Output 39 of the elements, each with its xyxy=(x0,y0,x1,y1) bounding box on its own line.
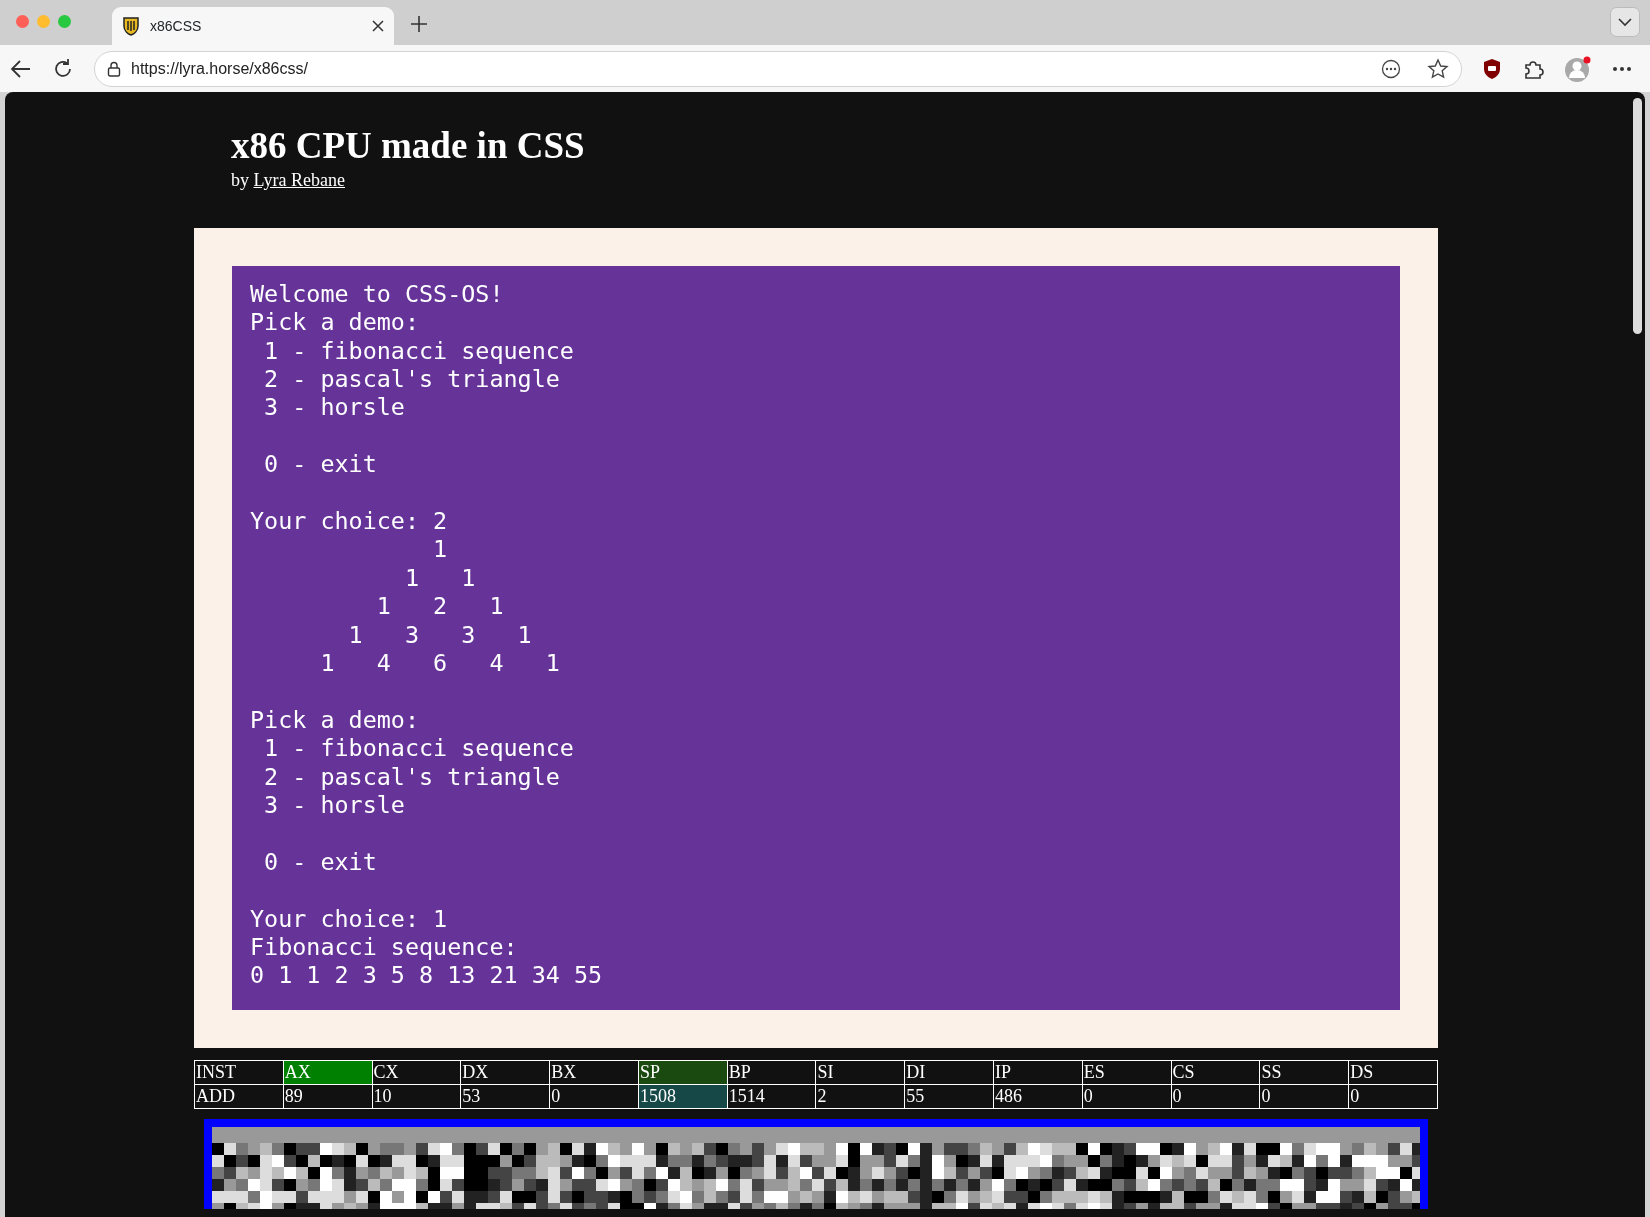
back-icon[interactable] xyxy=(10,58,32,79)
register-name: BX xyxy=(549,1060,639,1085)
byline-text: by xyxy=(231,169,249,190)
profile-avatar-icon[interactable] xyxy=(1564,54,1592,83)
register-value: ADD xyxy=(194,1084,284,1109)
register-name: ES xyxy=(1082,1060,1172,1085)
close-icon[interactable] xyxy=(372,20,384,32)
author-link[interactable]: Lyra Rebane xyxy=(253,169,345,190)
address-bar[interactable]: https://lyra.horse/x86css/ xyxy=(94,50,1462,87)
register-value: 10 xyxy=(372,1084,461,1109)
star-icon[interactable] xyxy=(1427,57,1449,80)
register-value: 1514 xyxy=(727,1084,816,1109)
reload-icon[interactable] xyxy=(52,57,74,80)
register-name: CS xyxy=(1171,1060,1260,1085)
terminal-output: Welcome to CSS-OS! Pick a demo: 1 - fibonacci sequence 2 - pascal's triangle 3 - horsle 0 - exit Your choice: 2 1 1 1 1 2 1 1 3 3 1 1 4 6 4 1 Pick a demo: 1 - fibonacci sequence 2 - pascal's triangle 3 - horsle 0 - exit Your choice: 1 Fibonacci sequence: 0 1 1 2 3 5 8 13 21 34 55 xyxy=(232,265,1400,1010)
browser-tab[interactable]: x86CSS xyxy=(112,7,394,45)
more-icon[interactable] xyxy=(1381,58,1401,79)
tab-title: x86CSS xyxy=(150,16,203,36)
page-title: x86 CPU made in CSS xyxy=(231,124,586,167)
scrollbar-thumb[interactable] xyxy=(1633,98,1642,334)
register-name: BP xyxy=(727,1060,816,1085)
register-name: DS xyxy=(1348,1060,1438,1085)
url-text: https://lyra.horse/x86css/ xyxy=(131,58,309,79)
register-name: SP xyxy=(638,1060,728,1085)
register-value: 0 xyxy=(1171,1084,1260,1109)
lock-icon xyxy=(107,60,121,77)
shield-icon xyxy=(122,16,140,36)
register-name: SS xyxy=(1259,1060,1349,1085)
register-name: DI xyxy=(904,1060,994,1085)
register-name: AX xyxy=(283,1060,373,1085)
register-name: SI xyxy=(815,1060,905,1085)
tab-list-icon[interactable] xyxy=(1610,7,1640,37)
new-tab-icon[interactable] xyxy=(410,15,428,33)
shield-icon[interactable] xyxy=(1482,57,1502,80)
register-name: INST xyxy=(194,1060,284,1085)
register-name: DX xyxy=(460,1060,550,1085)
register-name: CX xyxy=(372,1060,461,1085)
menu-icon[interactable] xyxy=(1612,65,1632,72)
register-name: IP xyxy=(993,1060,1083,1085)
